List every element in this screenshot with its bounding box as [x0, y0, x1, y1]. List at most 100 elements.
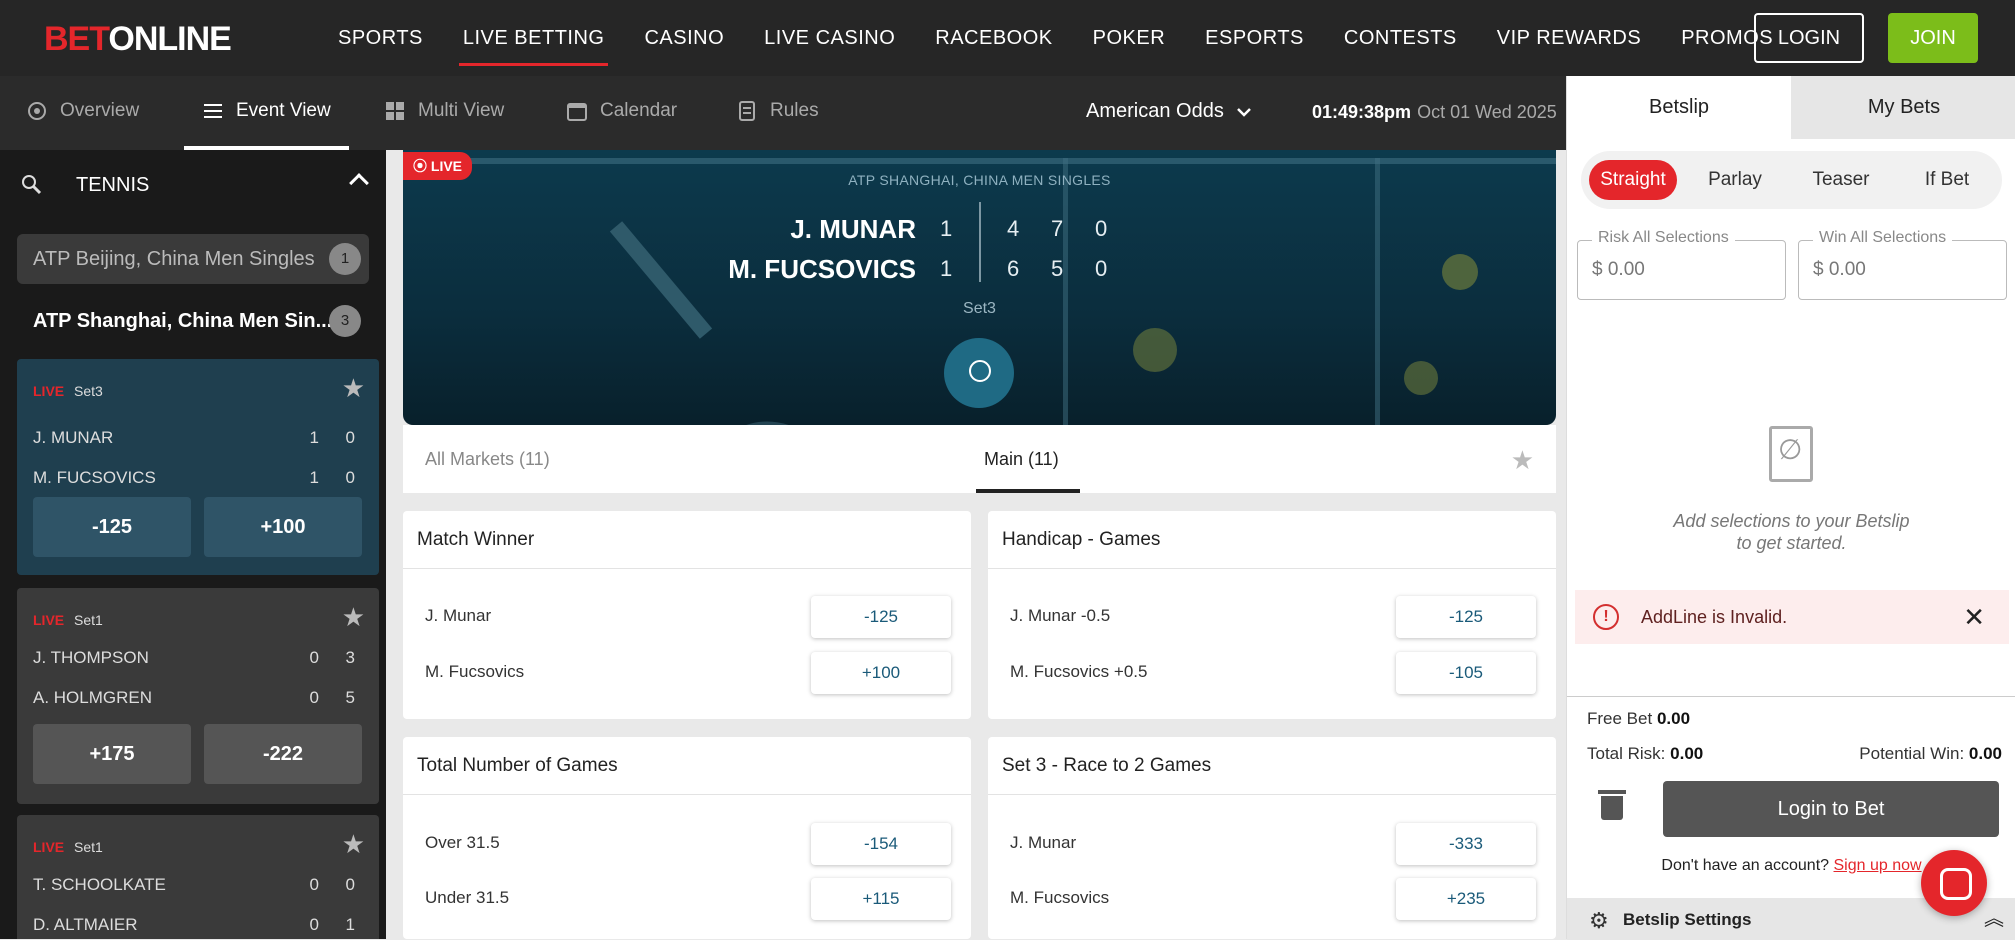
tab-multi-view[interactable]: Multi View	[384, 76, 504, 146]
chevron-up-icon: ︽	[1984, 908, 2004, 930]
nav-poker[interactable]: POKER	[1073, 0, 1186, 76]
nav-live-casino[interactable]: LIVE CASINO	[744, 0, 915, 76]
live-label: LIVE	[33, 839, 65, 855]
league-atp-beijing[interactable]: ATP Beijing, China Men Singles 1	[17, 234, 369, 284]
favorite-star-icon[interactable]: ★	[342, 373, 365, 404]
odds-button[interactable]: -105	[1396, 652, 1536, 694]
betonline-logo[interactable]: BETONLINE	[44, 20, 232, 59]
tennis-racket-icon	[22, 175, 42, 195]
nav-racebook[interactable]: RACEBOOK	[915, 0, 1072, 76]
market-title: Set 3 - Race to 2 Games	[988, 737, 1556, 795]
betslip-panel: Betslip My Bets Straight Parlay Teaser I…	[1566, 76, 2015, 940]
favorite-star-icon[interactable]: ★	[342, 829, 365, 860]
nav-vip-rewards[interactable]: VIP REWARDS	[1477, 0, 1661, 76]
betslip-tabs: Betslip My Bets	[1567, 76, 2015, 139]
odds-button[interactable]: +175	[33, 724, 191, 784]
games-score: 5	[345, 688, 355, 707]
win-all-field[interactable]: Win All Selections $ 0.00	[1798, 229, 2007, 300]
tab-overview[interactable]: Overview	[26, 76, 139, 146]
tennis-ball-icon[interactable]	[944, 338, 1014, 408]
total-risk: Total Risk: 0.00	[1587, 744, 1704, 763]
odds-button[interactable]: +100	[811, 652, 951, 694]
match-card-thompson-holmgren[interactable]: LIVE Set1 ★ J. THOMPSON 0 3 A. HOLMGREN …	[17, 588, 379, 804]
join-button[interactable]: JOIN	[1888, 13, 1978, 63]
league-atp-shanghai[interactable]: ATP Shanghai, China Men Sin... 3	[17, 296, 369, 346]
bet-type-straight[interactable]: Straight	[1589, 160, 1677, 200]
odds-button[interactable]: -125	[811, 596, 951, 638]
tab-rules[interactable]: Rules	[736, 76, 819, 146]
chevron-up-icon[interactable]	[349, 173, 369, 193]
set-1-score: 4	[1007, 216, 1020, 241]
set-label: Set1	[74, 612, 103, 628]
games-score: 0	[345, 875, 355, 894]
market-card-match-winner: Match Winner J. Munar -125 M. Fucsovics …	[403, 511, 971, 719]
nav-esports[interactable]: ESPORTS	[1185, 0, 1324, 76]
player-2-name: M. FUCSOVICS	[728, 254, 916, 284]
active-tab-indicator	[976, 489, 1080, 493]
calendar-icon	[567, 103, 587, 121]
nav-sports[interactable]: SPORTS	[318, 0, 443, 76]
odds-button[interactable]: +235	[1396, 878, 1536, 920]
bet-type-parlay[interactable]: Parlay	[1695, 160, 1775, 200]
risk-all-field[interactable]: Risk All Selections $ 0.00	[1577, 229, 1786, 300]
tab-calendar[interactable]: Calendar	[566, 76, 677, 146]
odds-button[interactable]: -222	[204, 724, 362, 784]
rules-icon	[739, 101, 755, 121]
selection-label: Over 31.5	[425, 833, 500, 852]
bet-type-teaser[interactable]: Teaser	[1801, 160, 1881, 200]
odds-button[interactable]: +100	[204, 497, 362, 557]
set-3-score: 0	[1095, 256, 1108, 281]
odds-button[interactable]: -125	[1396, 596, 1536, 638]
tab-betslip[interactable]: Betslip	[1567, 76, 1791, 139]
player-name: T. SCHOOLKATE	[33, 875, 166, 894]
sub-nav: Overview Event View Multi View Calendar …	[0, 76, 1566, 150]
nav-live-betting[interactable]: LIVE BETTING	[443, 0, 625, 76]
nav-contests[interactable]: CONTESTS	[1324, 0, 1477, 76]
trash-icon[interactable]	[1598, 790, 1626, 820]
sets-score: 0	[309, 688, 319, 707]
login-to-bet-button[interactable]: Login to Bet	[1663, 781, 1999, 837]
grid-icon	[386, 102, 404, 120]
chat-support-icon[interactable]	[1921, 850, 1987, 916]
odds-button[interactable]: -125	[33, 497, 191, 557]
sport-header-tennis[interactable]: TENNIS	[0, 150, 386, 220]
tab-all-markets[interactable]: All Markets (11)	[425, 449, 550, 470]
player-name: A. HOLMGREN	[33, 688, 153, 707]
favorite-star-icon[interactable]: ★	[1511, 445, 1534, 476]
odds-button[interactable]: +115	[811, 878, 951, 920]
league-count-badge: 1	[329, 243, 361, 275]
odds-button[interactable]: -333	[1396, 823, 1536, 865]
selection-label: Under 31.5	[425, 888, 510, 907]
set-label: Set3	[74, 383, 103, 399]
empty-betslip-message: Add selections to your Betslip to get st…	[1673, 511, 1910, 553]
nav-casino[interactable]: CASINO	[624, 0, 744, 76]
close-icon[interactable]: ✕	[1963, 602, 1985, 633]
event-scoreboard: ⦿ LIVE ATP SHANGHAI, CHINA MEN SINGLES J…	[403, 150, 1556, 425]
signup-link[interactable]: Sign up now	[1834, 857, 1922, 874]
login-button[interactable]: LOGIN	[1754, 13, 1864, 63]
tab-event-view[interactable]: Event View	[184, 76, 349, 150]
market-title: Total Number of Games	[403, 737, 971, 795]
player-name: J. MUNAR	[33, 428, 114, 447]
player-1-name: J. MUNAR	[790, 214, 916, 244]
tab-main-markets[interactable]: Main (11)	[984, 449, 1059, 470]
match-card-munar-fucsovics[interactable]: LIVE Set3 ★ J. MUNAR 1 0 M. FUCSOVICS 1 …	[17, 359, 379, 575]
set-1-score: 6	[1007, 256, 1020, 281]
gear-icon: ⚙	[1589, 908, 1609, 933]
competition-title: ATP SHANGHAI, CHINA MEN SINGLES	[848, 172, 1111, 188]
odds-format-select[interactable]: American Odds	[1086, 100, 1252, 123]
odds-button[interactable]: -154	[811, 823, 951, 865]
favorite-star-icon[interactable]: ★	[342, 602, 365, 633]
bet-type-selector: Straight Parlay Teaser If Bet	[1581, 151, 2002, 209]
games-score: 0	[345, 468, 355, 487]
empty-betslip-icon	[1769, 426, 1813, 482]
bet-type-if-bet[interactable]: If Bet	[1907, 160, 1987, 200]
market-card-set3-race: Set 3 - Race to 2 Games J. Munar -333 M.…	[988, 737, 1556, 939]
selection-label: M. Fucsovics	[1010, 888, 1110, 907]
tab-my-bets[interactable]: My Bets	[1792, 76, 2015, 139]
market-card-total-games: Total Number of Games Over 31.5 -154 Und…	[403, 737, 971, 939]
match-card-schoolkate-altmaier[interactable]: LIVE Set1 ★ T. SCHOOLKATE 0 0 D. ALTMAIE…	[17, 815, 379, 939]
current-set-label: Set3	[963, 300, 996, 317]
sets-score: 0	[309, 915, 319, 934]
selection-label: J. Munar	[1010, 833, 1077, 852]
